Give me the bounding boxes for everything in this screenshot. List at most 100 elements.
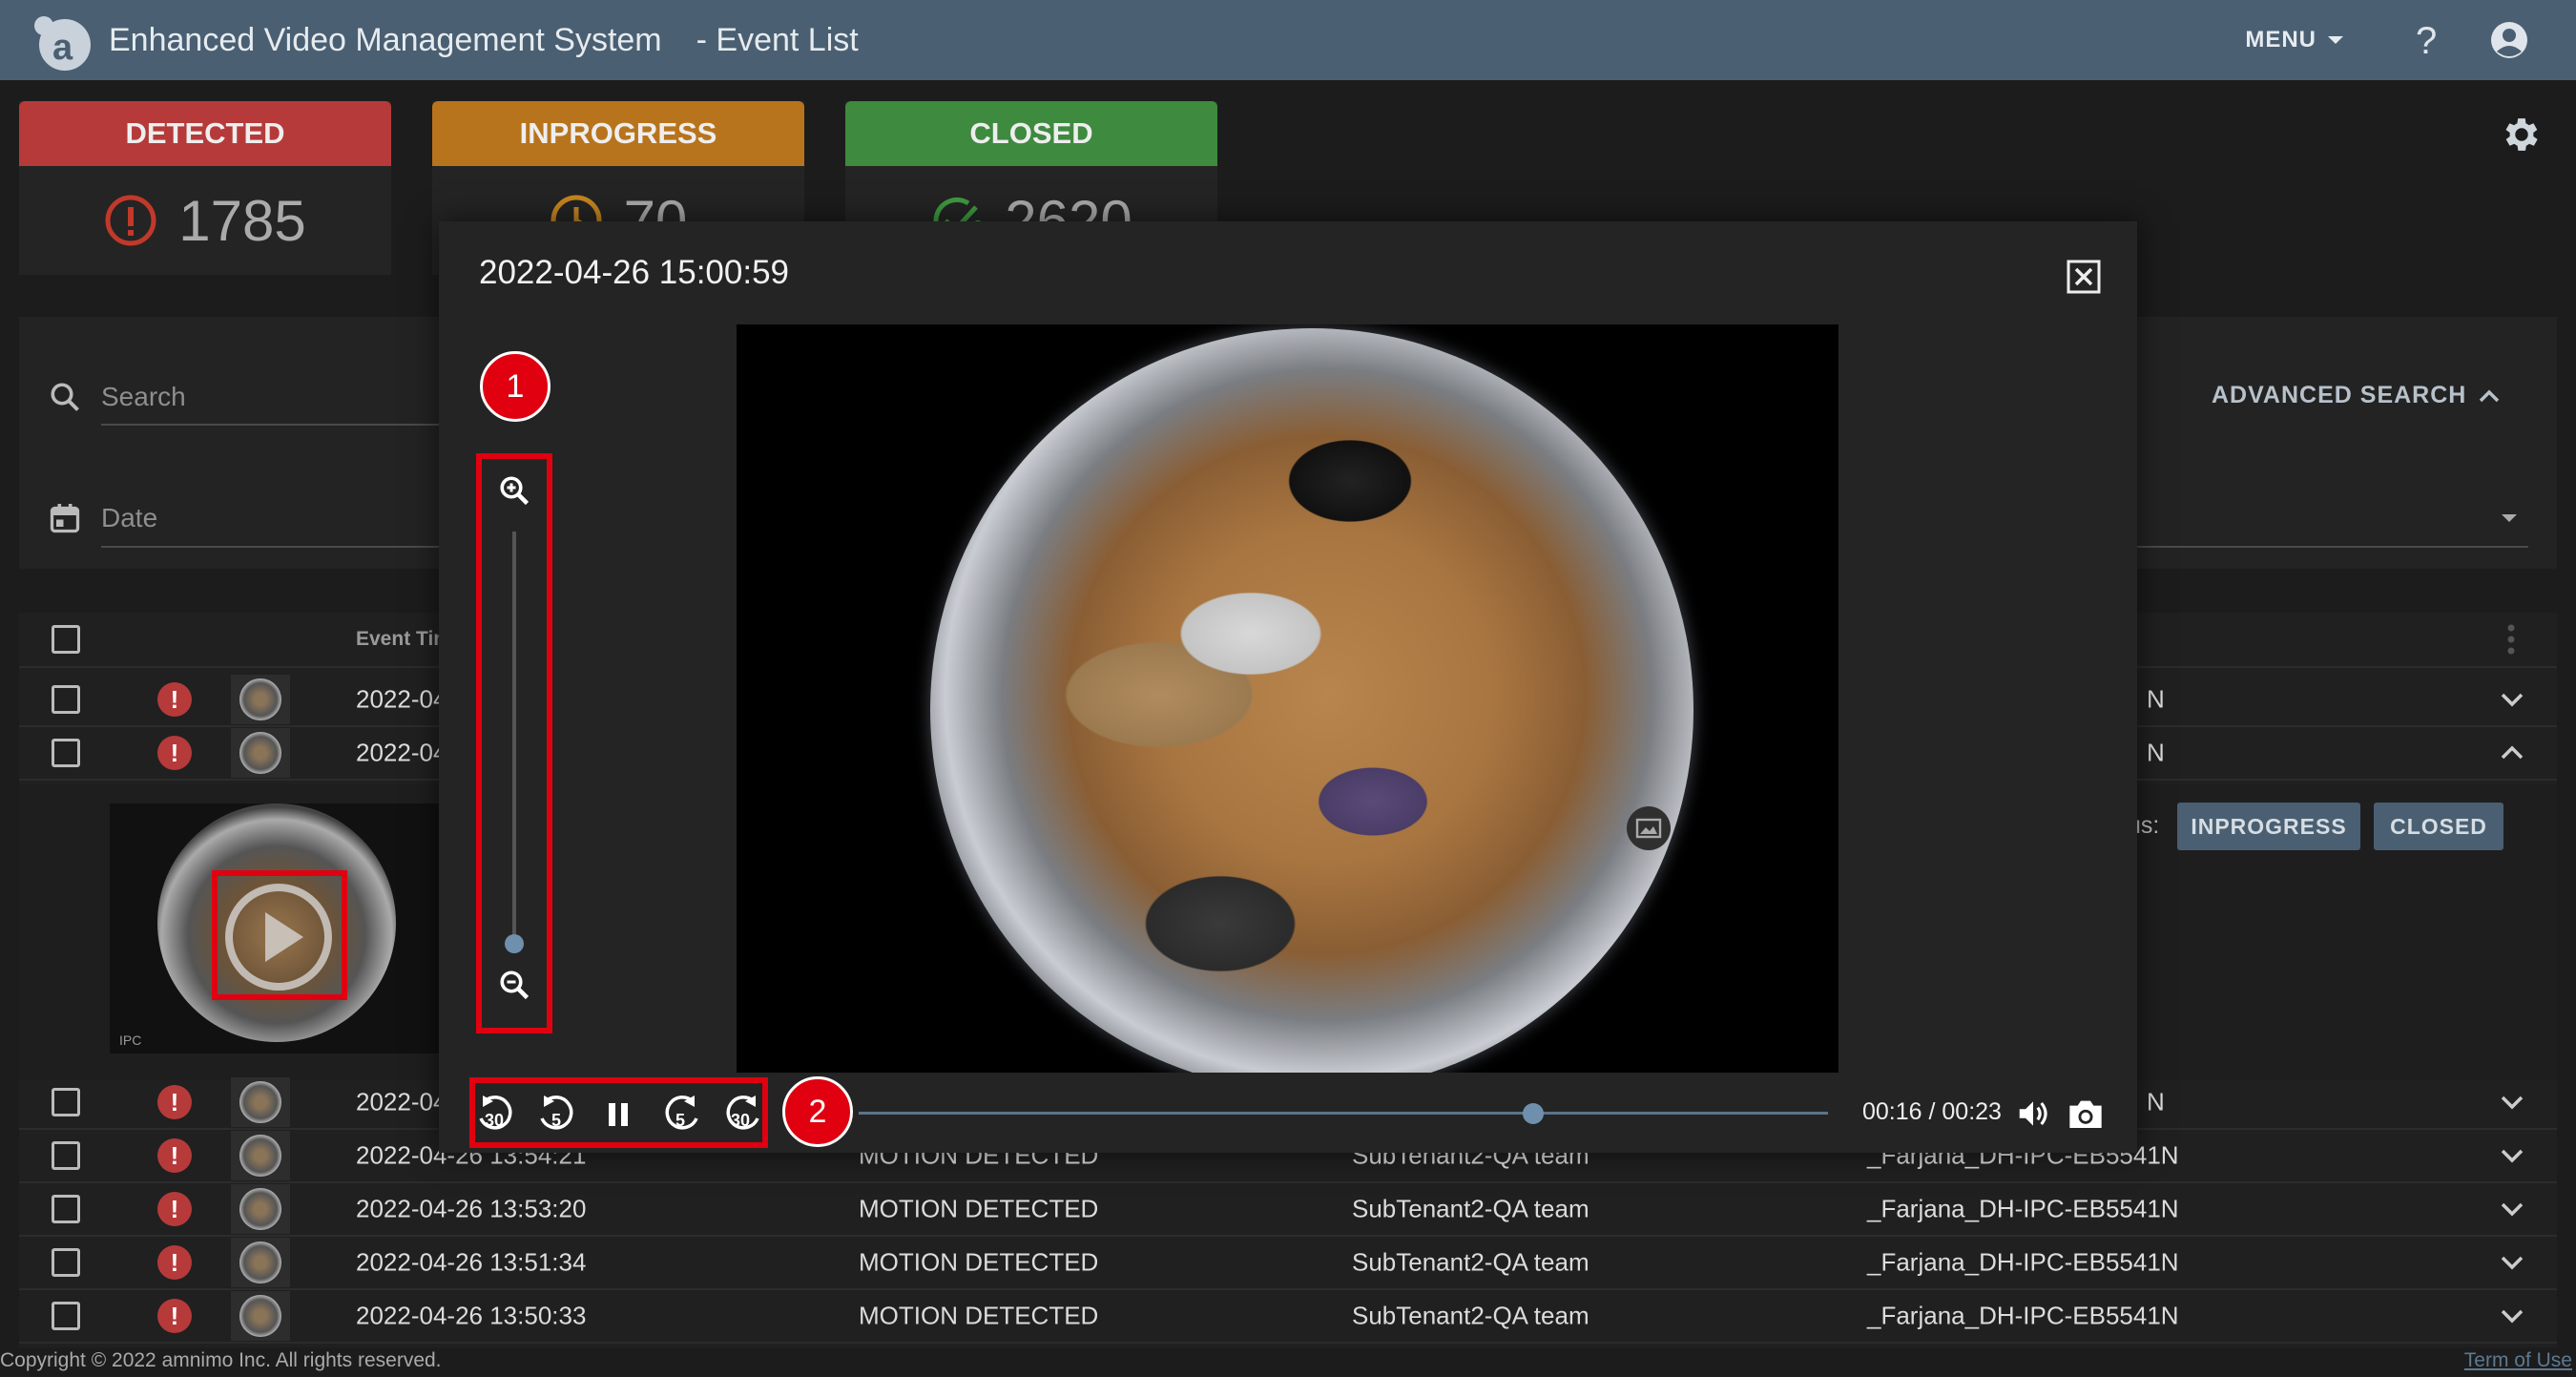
- fullscreen-button[interactable]: [1627, 806, 1671, 850]
- advanced-search-label: ADVANCED SEARCH: [2212, 382, 2467, 408]
- terms-link[interactable]: Term of Use: [2464, 1349, 2572, 1372]
- table-row[interactable]: ! 2022-04-26 13:53:20 MOTION DETECTED Su…: [19, 1183, 2557, 1237]
- seek-bar-handle[interactable]: [1522, 1103, 1544, 1124]
- event-type: MOTION DETECTED: [859, 1247, 1099, 1277]
- row-checkbox[interactable]: [52, 1088, 80, 1116]
- image-view-icon: [1635, 818, 1662, 839]
- event-time: 2022-04-26 13:51:34: [356, 1247, 587, 1277]
- seek-bar[interactable]: [859, 1112, 1828, 1115]
- camera-name: N: [2147, 684, 2165, 714]
- event-thumbnail[interactable]: [231, 1131, 290, 1180]
- video-player-modal: 2022-04-26 15:00:59: [439, 221, 2137, 1153]
- help-icon: ?: [2416, 21, 2437, 59]
- svg-text:a: a: [52, 28, 73, 68]
- event-type: MOTION DETECTED: [859, 1301, 1099, 1330]
- table-row[interactable]: ! 2022-04-26 13:50:33 MOTION DETECTED Su…: [19, 1290, 2557, 1344]
- alert-icon: !: [157, 1138, 192, 1173]
- highlight-playback-controls: [469, 1077, 768, 1148]
- row-checkbox[interactable]: [52, 1248, 80, 1277]
- annotation-marker-2: 2: [782, 1076, 853, 1147]
- volume-icon[interactable]: [2015, 1095, 2051, 1132]
- detected-card[interactable]: DETECTED 1785: [19, 101, 391, 275]
- event-thumbnail[interactable]: [231, 1291, 290, 1341]
- amnimo-logo-icon: a: [34, 16, 91, 71]
- event-time: 2022-04-26 13:53:20: [356, 1194, 587, 1223]
- alert-circle-icon: [105, 195, 156, 246]
- event-thumbnail[interactable]: [231, 1184, 290, 1234]
- video-viewport[interactable]: [737, 324, 1839, 1073]
- tenant-name: SubTenant2-QA team: [1352, 1247, 1589, 1277]
- detected-card-label: DETECTED: [19, 101, 391, 166]
- camera-name: _Farjana_DH-IPC-EB5541N: [1867, 1301, 2179, 1330]
- chevron-down-icon[interactable]: [2500, 1255, 2524, 1270]
- annotation-marker-1: 1: [480, 351, 551, 422]
- camera-name: N: [2147, 738, 2165, 767]
- date-input[interactable]: Date: [101, 503, 157, 533]
- modal-title: 2022-04-26 15:00:59: [479, 254, 789, 291]
- highlight-play-button: [212, 870, 347, 1000]
- event-time: 2022-04: [356, 738, 447, 767]
- event-type: MOTION DETECTED: [859, 1194, 1099, 1223]
- filter-dropdown-caret[interactable]: [2500, 511, 2519, 529]
- page-subtitle: - Event List: [696, 21, 859, 58]
- event-time: 2022-04: [356, 684, 447, 714]
- chevron-up-icon[interactable]: [2500, 745, 2524, 761]
- select-all-checkbox[interactable]: [52, 625, 80, 654]
- svg-text:?: ?: [2416, 21, 2437, 59]
- row-checkbox[interactable]: [52, 1302, 80, 1330]
- camera-snapshot-icon[interactable]: [2067, 1095, 2105, 1132]
- chevron-down-icon[interactable]: [2500, 1095, 2524, 1110]
- account-button[interactable]: [2490, 21, 2528, 59]
- row-checkbox[interactable]: [52, 685, 80, 714]
- app-header: a Enhanced Video Management System - Eve…: [0, 0, 2576, 80]
- alert-icon: !: [157, 736, 192, 770]
- inprogress-card-label: INPROGRESS: [432, 101, 804, 166]
- app-title: Enhanced Video Management System: [109, 21, 662, 58]
- alert-icon: !: [157, 1299, 192, 1333]
- account-icon: [2491, 22, 2527, 58]
- more-vertical-icon[interactable]: [2507, 624, 2515, 655]
- advanced-search-toggle[interactable]: ADVANCED SEARCH: [2212, 382, 2501, 409]
- alert-icon: !: [157, 682, 192, 717]
- alert-icon: !: [157, 1085, 192, 1119]
- alert-icon: !: [157, 1192, 192, 1226]
- inprogress-button[interactable]: INPROGRESS: [2177, 803, 2360, 850]
- settings-button[interactable]: [2500, 113, 2544, 161]
- camera-name: _Farjana_DH-IPC-EB5541N: [1867, 1194, 2179, 1223]
- chevron-up-icon: [2480, 389, 2500, 402]
- row-checkbox[interactable]: [52, 739, 80, 767]
- closed-button[interactable]: CLOSED: [2374, 803, 2503, 850]
- menu-button[interactable]: MENU: [2245, 27, 2345, 53]
- thumbnail-label: IPC: [119, 1033, 142, 1048]
- date-field[interactable]: Date: [48, 500, 157, 536]
- menu-label: MENU: [2245, 27, 2316, 52]
- chevron-down-icon[interactable]: [2500, 1201, 2524, 1217]
- row-checkbox[interactable]: [52, 1141, 80, 1170]
- caret-down-icon: [2502, 514, 2517, 522]
- col-event-time[interactable]: Event Tin: [356, 628, 446, 651]
- event-thumbnail[interactable]: [231, 1077, 290, 1127]
- event-time: 2022-04: [356, 1087, 447, 1116]
- copyright-text: Copyright © 2022 amnimo Inc. All rights …: [0, 1349, 442, 1371]
- tenant-name: SubTenant2-QA team: [1352, 1194, 1589, 1223]
- close-icon[interactable]: [2067, 260, 2101, 294]
- highlight-zoom-controls: [476, 453, 552, 1033]
- event-thumbnail[interactable]: [231, 728, 290, 778]
- caret-down-icon: [2328, 36, 2343, 44]
- tenant-name: SubTenant2-QA team: [1352, 1301, 1589, 1330]
- event-time: 2022-04-26 13:50:33: [356, 1301, 587, 1330]
- table-row[interactable]: ! 2022-04-26 13:51:34 MOTION DETECTED Su…: [19, 1237, 2557, 1290]
- chevron-down-icon[interactable]: [2500, 1308, 2524, 1324]
- chevron-down-icon[interactable]: [2500, 1148, 2524, 1163]
- fisheye-video-frame: [930, 328, 1693, 1073]
- gear-icon: [2505, 118, 2538, 151]
- playback-time: 00:16 / 00:23: [1862, 1098, 2002, 1125]
- search-field[interactable]: Search: [48, 380, 186, 414]
- event-thumbnail[interactable]: [231, 1238, 290, 1287]
- event-thumbnail[interactable]: [231, 675, 290, 724]
- help-button[interactable]: ?: [2412, 21, 2442, 59]
- calendar-icon: [50, 504, 80, 533]
- row-checkbox[interactable]: [52, 1195, 80, 1223]
- chevron-down-icon[interactable]: [2500, 692, 2524, 707]
- search-input[interactable]: Search: [101, 382, 186, 412]
